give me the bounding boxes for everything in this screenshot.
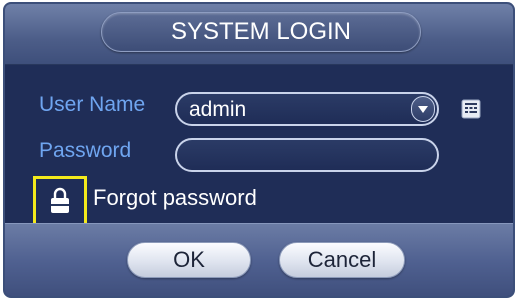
dialog-header: SYSTEM LOGIN — [5, 4, 513, 65]
keyboard-icon[interactable] — [461, 99, 481, 119]
username-value: admin — [189, 98, 247, 121]
cancel-button[interactable]: Cancel — [279, 242, 405, 278]
dialog-title: SYSTEM LOGIN — [101, 12, 421, 52]
password-label: Password — [39, 139, 132, 162]
forgot-password-lock-button[interactable] — [33, 176, 87, 226]
forgot-password-link[interactable]: Forgot password — [93, 185, 257, 211]
username-dropdown-button[interactable] — [411, 96, 435, 122]
lock-icon — [51, 187, 69, 213]
username-label: User Name — [39, 93, 146, 116]
chevron-down-icon — [418, 105, 428, 113]
dialog-footer: OK Cancel — [5, 223, 513, 296]
password-field[interactable] — [175, 138, 439, 172]
ok-button[interactable]: OK — [127, 242, 251, 278]
username-select[interactable]: admin — [175, 92, 439, 126]
system-login-dialog: SYSTEM LOGIN User Name admin Password Fo… — [3, 2, 515, 298]
login-form: User Name admin Password Forgot password — [5, 65, 513, 226]
